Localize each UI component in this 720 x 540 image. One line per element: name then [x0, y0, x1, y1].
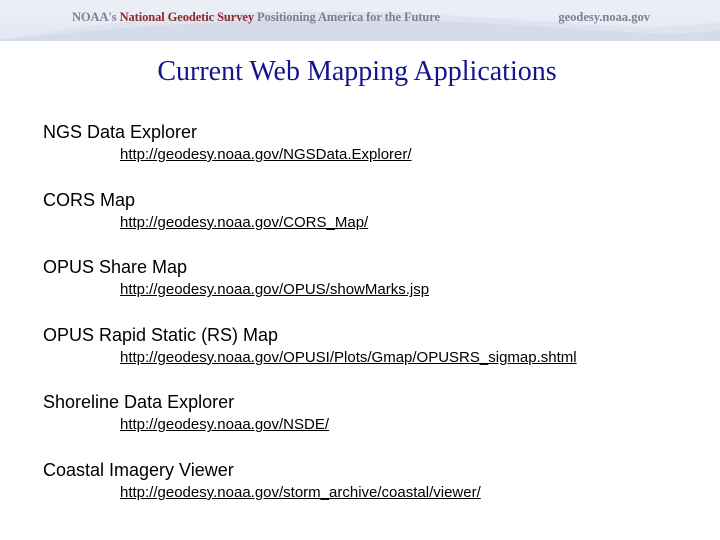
app-name: OPUS Share Map: [43, 257, 188, 278]
app-url-link[interactable]: http://geodesy.noaa.gov/OPUS/showMarks.j…: [120, 280, 429, 300]
list-item: OPUS Rapid Static (RS) Map http://geodes…: [43, 323, 703, 391]
app-url-link[interactable]: http://geodesy.noaa.gov/OPUSI/Plots/Gmap…: [120, 348, 577, 368]
app-name: CORS Map: [43, 189, 136, 210]
page-title: Current Web Mapping Applications: [157, 56, 557, 87]
list-item: Coastal Imagery Viewer http://geodesy.no…: [43, 458, 703, 526]
banner-tagline: Positioning America for the Future: [257, 10, 440, 24]
banner-org: NOAA's: [72, 10, 117, 24]
banner-agency-name: National Geodetic Survey: [119, 10, 255, 24]
app-name: OPUS Rapid Static (RS) Map: [43, 324, 279, 345]
banner-org-title: NOAA's National Geodetic Survey Position…: [72, 10, 440, 25]
app-list: NGS Data Explorer http://geodesy.noaa.go…: [43, 120, 703, 526]
header-banner: NOAA's National Geodetic Survey Position…: [0, 0, 720, 41]
app-name: Coastal Imagery Viewer: [43, 459, 234, 480]
list-item: OPUS Share Map http://geodesy.noaa.gov/O…: [43, 255, 703, 323]
app-url-link[interactable]: http://geodesy.noaa.gov/NGSData.Explorer…: [120, 145, 412, 165]
banner-site-domain: geodesy.noaa.gov: [558, 10, 650, 24]
list-item: CORS Map http://geodesy.noaa.gov/CORS_Ma…: [43, 188, 703, 256]
app-url-link[interactable]: http://geodesy.noaa.gov/storm_archive/co…: [120, 483, 481, 503]
app-name: Shoreline Data Explorer: [43, 392, 235, 413]
app-url-link[interactable]: http://geodesy.noaa.gov/NSDE/: [120, 415, 329, 435]
app-url-link[interactable]: http://geodesy.noaa.gov/CORS_Map/: [120, 213, 368, 233]
app-name: NGS Data Explorer: [43, 122, 198, 142]
list-item: NGS Data Explorer http://geodesy.noaa.go…: [43, 120, 703, 188]
list-item: Shoreline Data Explorer http://geodesy.n…: [43, 390, 703, 458]
